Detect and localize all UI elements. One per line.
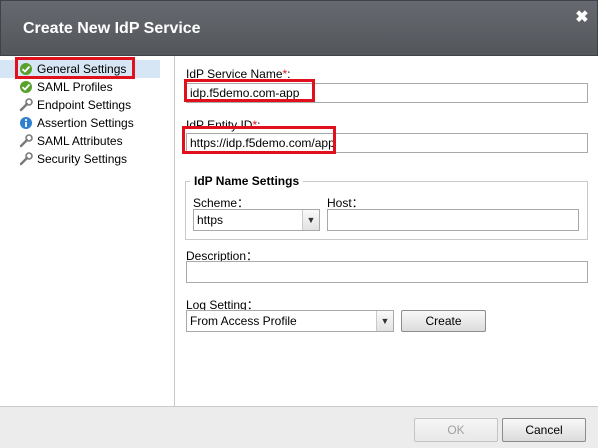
- description-input[interactable]: [186, 261, 588, 283]
- scheme-select[interactable]: https ▼: [193, 209, 320, 231]
- sidebar-item-label: General Settings: [37, 62, 127, 76]
- general-settings-panel: IdP Service Name*: idp.f5demo.com-app Id…: [176, 56, 598, 406]
- check-circle-icon: [20, 63, 32, 75]
- create-idp-service-dialog: Create New IdP Service ✖ General Setting…: [0, 0, 598, 448]
- entity-id-input[interactable]: https://idp.f5demo.com/app: [186, 133, 588, 153]
- info-icon: [20, 117, 32, 129]
- chevron-down-icon: ▼: [376, 311, 393, 331]
- host-input[interactable]: [327, 209, 579, 231]
- wrench-icon: [19, 152, 33, 166]
- wrench-icon: [19, 98, 33, 112]
- sidebar-item-label: SAML Attributes: [37, 134, 123, 148]
- ok-button[interactable]: OK: [414, 418, 498, 442]
- wrench-icon: [19, 134, 33, 148]
- cancel-button[interactable]: Cancel: [502, 418, 586, 442]
- sidebar-item-saml-profiles[interactable]: SAML Profiles: [0, 78, 174, 96]
- service-name-label: IdP Service Name*:: [186, 67, 291, 81]
- dialog-title: Create New IdP Service: [23, 20, 201, 37]
- dialog-footer: OK Cancel: [0, 406, 598, 448]
- create-log-setting-button[interactable]: Create: [401, 310, 486, 332]
- settings-sidebar: General Settings SAML Profiles Endpoint …: [0, 56, 175, 406]
- sidebar-item-label: SAML Profiles: [37, 80, 113, 94]
- sidebar-item-label: Security Settings: [37, 152, 128, 166]
- idp-name-settings-legend: IdP Name Settings: [194, 174, 300, 188]
- chevron-down-icon: ▼: [302, 210, 319, 230]
- service-name-input[interactable]: idp.f5demo.com-app: [186, 83, 588, 103]
- sidebar-item-label: Endpoint Settings: [37, 98, 132, 112]
- sidebar-item-label: Assertion Settings: [37, 116, 134, 130]
- scheme-selected-value: https: [197, 213, 224, 227]
- entity-id-label: IdP Entity ID*:: [186, 118, 261, 132]
- log-setting-selected-value: From Access Profile: [190, 314, 297, 328]
- log-setting-select[interactable]: From Access Profile ▼: [186, 310, 394, 332]
- sidebar-item-saml-attributes[interactable]: SAML Attributes: [0, 132, 174, 150]
- sidebar-item-security-settings[interactable]: Security Settings: [0, 150, 174, 168]
- check-circle-icon: [20, 81, 32, 93]
- sidebar-item-assertion-settings[interactable]: Assertion Settings: [0, 114, 174, 132]
- dialog-titlebar: Create New IdP Service ✖: [0, 0, 598, 56]
- sidebar-item-endpoint-settings[interactable]: Endpoint Settings: [0, 96, 174, 114]
- close-icon[interactable]: ✖: [575, 10, 589, 26]
- sidebar-item-general-settings[interactable]: General Settings: [0, 60, 160, 78]
